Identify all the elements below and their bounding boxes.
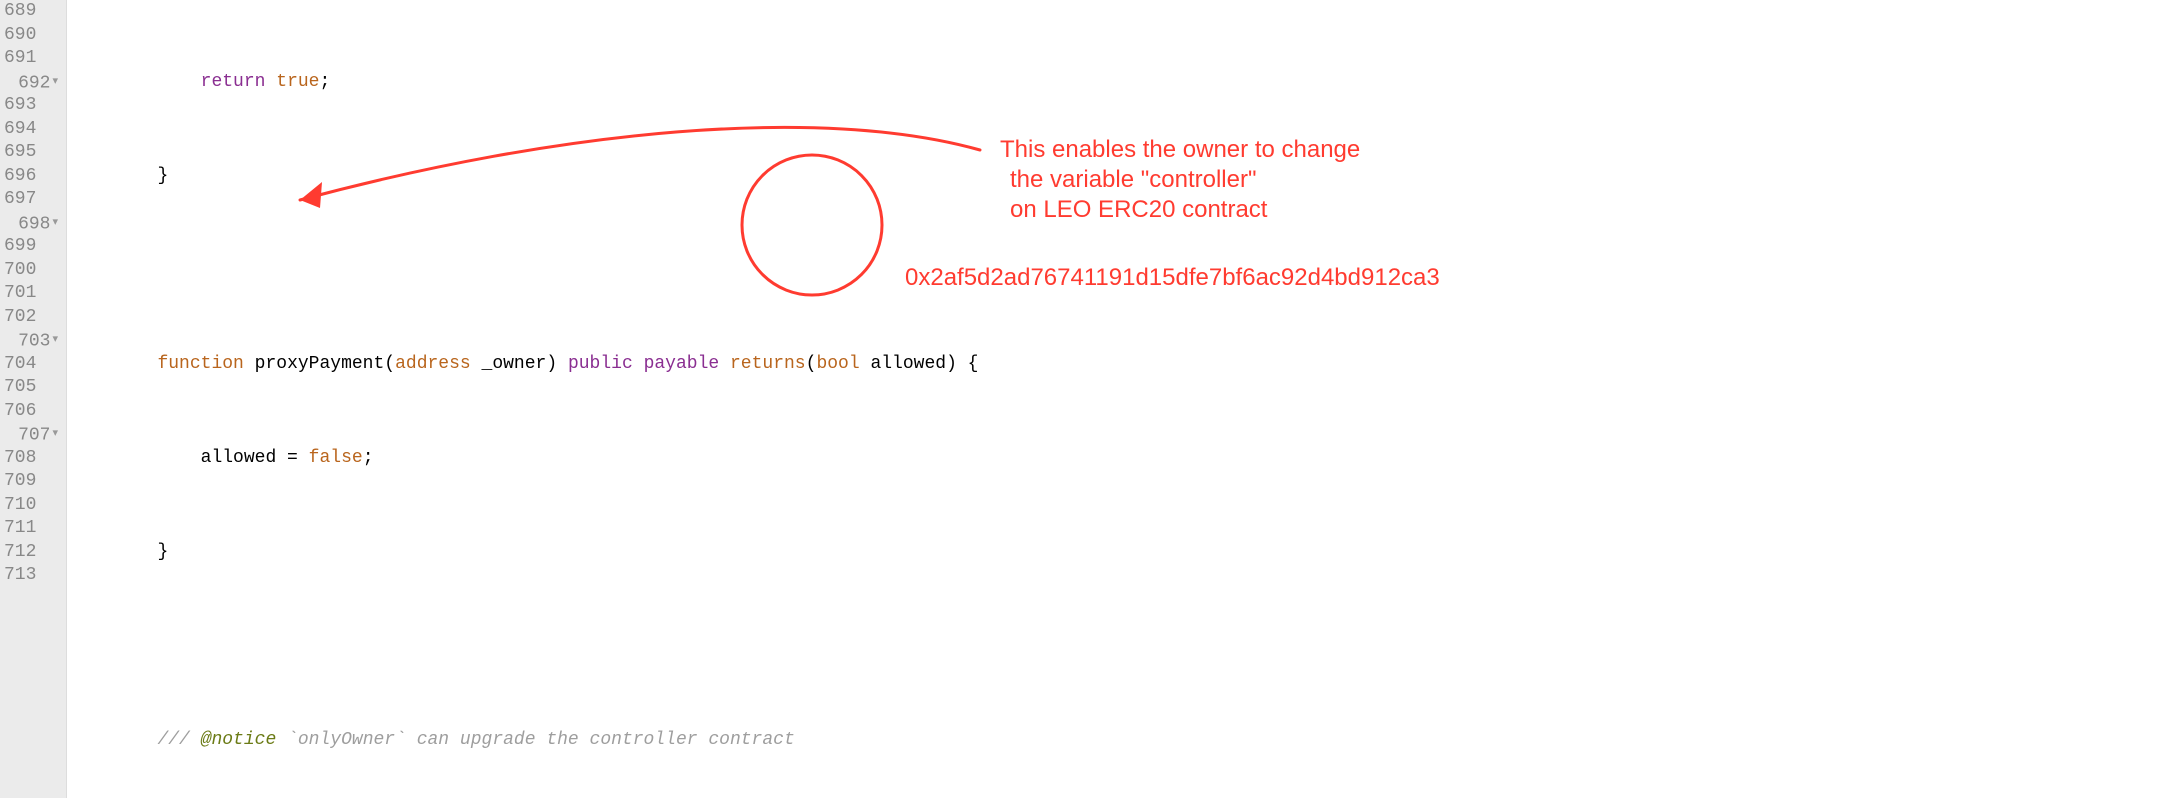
line-number[interactable]: 707▾ (4, 423, 64, 447)
line-number: 701 (4, 282, 64, 306)
fold-toggle-icon[interactable]: ▾ (52, 71, 58, 95)
type-bool: bool (816, 354, 859, 374)
line-number: 690 (4, 24, 64, 48)
keyword-return: return (201, 72, 266, 92)
keyword-returns: returns (730, 354, 806, 374)
code-line[interactable]: function proxyPayment(address _owner) pu… (71, 353, 2178, 377)
code-line[interactable]: } (71, 541, 2178, 565)
comment: /// @notice `onlyOwner` can upgrade the … (157, 730, 794, 750)
line-number: 694 (4, 118, 64, 142)
line-number: 709 (4, 470, 64, 494)
code-line[interactable] (71, 635, 2178, 659)
code-line[interactable]: return true; (71, 71, 2178, 95)
line-number: 696 (4, 165, 64, 189)
line-number: 711 (4, 517, 64, 541)
code-line[interactable] (71, 259, 2178, 283)
code-line[interactable]: allowed = false; (71, 447, 2178, 471)
fold-toggle-icon[interactable]: ▾ (52, 423, 58, 447)
line-number: 702 (4, 306, 64, 330)
line-number: 710 (4, 494, 64, 518)
code-line[interactable]: /// @notice `onlyOwner` can upgrade the … (71, 729, 2178, 753)
line-number: 712 (4, 541, 64, 565)
keyword-function: function (157, 354, 243, 374)
code-area[interactable]: return true; } function proxyPayment(add… (67, 0, 2178, 798)
line-number: 708 (4, 447, 64, 471)
line-number: 700 (4, 259, 64, 283)
line-number: 697 (4, 188, 64, 212)
literal-true: true (276, 72, 319, 92)
literal-false: false (309, 448, 363, 468)
line-number: 705 (4, 376, 64, 400)
line-number: 704 (4, 353, 64, 377)
line-number[interactable]: 703▾ (4, 329, 64, 353)
line-number: 693 (4, 94, 64, 118)
keyword-payable: payable (644, 354, 720, 374)
line-number[interactable]: 698▾ (4, 212, 64, 236)
line-number: 691 (4, 47, 64, 71)
code-editor[interactable]: 689 690 691 692▾ 693 694 695 696 697 698… (0, 0, 2178, 798)
fold-toggle-icon[interactable]: ▾ (52, 212, 58, 236)
line-number: 706 (4, 400, 64, 424)
line-number-gutter: 689 690 691 692▾ 693 694 695 696 697 698… (0, 0, 67, 798)
type-address: address (395, 354, 471, 374)
line-number: 689 (4, 0, 64, 24)
keyword-public: public (568, 354, 633, 374)
fold-toggle-icon[interactable]: ▾ (52, 329, 58, 353)
line-number: 713 (4, 564, 64, 588)
line-number[interactable]: 692▾ (4, 71, 64, 95)
line-number: 699 (4, 235, 64, 259)
code-line[interactable]: } (71, 165, 2178, 189)
line-number: 695 (4, 141, 64, 165)
